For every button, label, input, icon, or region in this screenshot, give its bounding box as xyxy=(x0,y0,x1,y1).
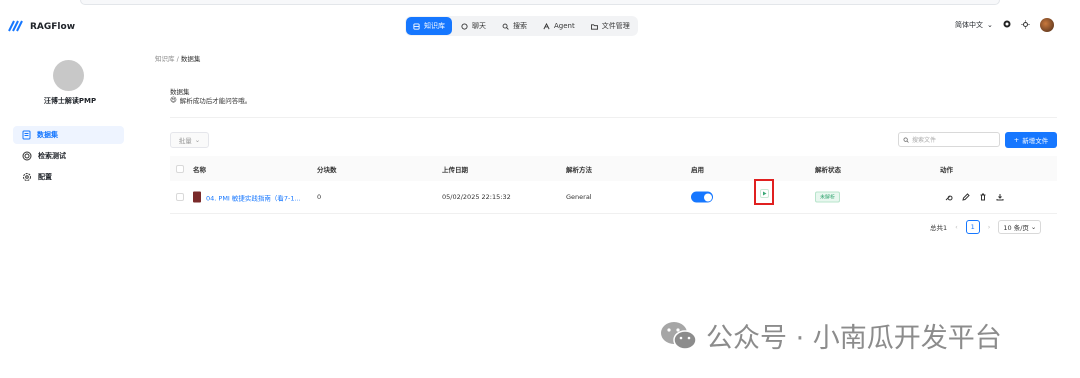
sidebar: 汪博士解读PMP 数据集 检索测试 配置 xyxy=(0,44,140,378)
top-strip xyxy=(80,0,1000,5)
chevron-down-icon: ⌄ xyxy=(987,21,993,29)
breadcrumb-separator: / xyxy=(176,55,179,63)
section-description-text: 解析成功后才能问答哦。 xyxy=(179,97,252,105)
nav-label: 搜索 xyxy=(513,22,527,30)
bulk-label: 批量 xyxy=(178,137,192,145)
breadcrumb-current: 数据集 xyxy=(180,55,201,63)
breadcrumb: 知识库 / 数据集 xyxy=(155,53,200,63)
section-description: 😄 解析成功后才能问答哦。 xyxy=(170,95,251,105)
page-size-select[interactable]: 10 条/页 ⌄ xyxy=(998,220,1042,234)
github-icon[interactable] xyxy=(1003,20,1011,30)
nav-knowledge-base[interactable]: 知识库 xyxy=(406,17,452,35)
parse-method[interactable]: General xyxy=(566,193,592,201)
column-header-name: 名称 xyxy=(193,165,206,174)
search-input[interactable]: 搜索文件 xyxy=(898,132,1000,147)
target-icon xyxy=(22,151,32,161)
file-text-icon xyxy=(22,130,31,140)
knowledge-base-avatar xyxy=(53,60,84,91)
brand[interactable]: RAGFlow xyxy=(8,17,75,36)
sidebar-item-retrieval-test[interactable]: 检索测试 xyxy=(13,147,124,165)
knowledge-base-name: 汪博士解读PMP xyxy=(43,97,97,105)
nav-file-management[interactable]: 文件管理 xyxy=(584,17,637,35)
main-nav: 知识库 聊天 搜索 Agent 文件管理 xyxy=(405,16,638,36)
chat-icon xyxy=(461,22,468,30)
row-actions xyxy=(945,193,1004,201)
folder-icon xyxy=(590,23,598,30)
pdf-file-icon xyxy=(193,191,201,203)
chunk-count: 0 xyxy=(317,193,322,201)
page-number-button[interactable]: 1 xyxy=(965,220,980,234)
file-table: 名称 分块数 上传日期 解析方法 启用 解析状态 动作 04. PMI 敏捷实践… xyxy=(170,156,1057,214)
select-all-checkbox[interactable] xyxy=(176,164,184,173)
watermark: 公众号 · 小南瓜开发平台 xyxy=(660,316,1002,355)
pagination: 总共1 ‹ 1 › 10 条/页 ⌄ xyxy=(930,220,1042,234)
download-icon[interactable] xyxy=(996,193,1004,201)
database-icon xyxy=(413,22,420,30)
file-name: 04. PMI 敏捷实践指南（看7-1... xyxy=(206,194,301,202)
nav-label: 文件管理 xyxy=(601,22,630,30)
nav-search[interactable]: 搜索 xyxy=(495,17,534,35)
prev-page-icon[interactable]: ‹ xyxy=(955,223,958,231)
nav-chat[interactable]: 聊天 xyxy=(454,17,493,35)
row-checkbox[interactable] xyxy=(176,193,184,201)
sidebar-item-label: 数据集 xyxy=(37,131,58,139)
agent-icon xyxy=(543,22,550,29)
wrench-icon[interactable] xyxy=(945,193,953,201)
brand-name: RAGFlow xyxy=(30,21,76,32)
add-file-label: 新增文件 xyxy=(1022,137,1049,145)
enable-toggle[interactable] xyxy=(691,191,713,203)
table-row: 04. PMI 敏捷实践指南（看7-1... 0 05/02/2025 22:1… xyxy=(170,181,1057,214)
delete-icon[interactable] xyxy=(979,193,987,201)
divider xyxy=(170,117,1057,118)
theme-toggle-icon[interactable] xyxy=(1021,20,1030,31)
edit-icon[interactable] xyxy=(962,193,970,201)
ragflow-logo-icon xyxy=(8,17,24,36)
table-header: 名称 分块数 上传日期 解析方法 启用 解析状态 动作 xyxy=(170,156,1057,181)
search-placeholder: 搜索文件 xyxy=(912,137,937,144)
column-header-parse-status: 解析状态 xyxy=(815,165,841,174)
column-header-chunks: 分块数 xyxy=(317,165,337,174)
column-header-upload-date: 上传日期 xyxy=(442,165,468,174)
chevron-down-icon: ⌄ xyxy=(194,136,201,144)
column-header-actions: 动作 xyxy=(940,165,953,174)
gear-icon xyxy=(23,173,31,181)
sidebar-menu: 数据集 检索测试 配置 xyxy=(13,126,124,189)
column-header-parse-method: 解析方法 xyxy=(566,165,592,174)
search-icon xyxy=(903,137,909,143)
app-header: RAGFlow 知识库 聊天 搜索 Agent 文件管理 简体中文 ⌄ xyxy=(0,8,1080,44)
status-badge: 未解析 xyxy=(815,191,841,203)
emoji-icon: 😄 xyxy=(170,96,177,104)
wechat-icon xyxy=(661,321,697,350)
nav-agent[interactable]: Agent xyxy=(536,17,582,35)
file-name-link[interactable]: 04. PMI 敏捷实践指南（看7-1... xyxy=(193,191,301,203)
sidebar-item-label: 配置 xyxy=(38,173,52,181)
column-header-enabled: 启用 xyxy=(691,165,704,174)
chevron-down-icon: ⌄ xyxy=(1030,223,1037,231)
next-page-icon[interactable]: › xyxy=(988,223,991,231)
sidebar-item-dataset[interactable]: 数据集 xyxy=(13,126,124,144)
user-avatar[interactable] xyxy=(1039,18,1054,32)
sidebar-item-label: 检索测试 xyxy=(38,152,66,160)
breadcrumb-root[interactable]: 知识库 xyxy=(155,55,175,63)
header-right: 简体中文 ⌄ xyxy=(955,18,1054,32)
page-size-label: 10 条/页 xyxy=(1003,224,1029,232)
search-icon xyxy=(502,23,509,30)
sidebar-item-config[interactable]: 配置 xyxy=(13,168,124,186)
play-icon xyxy=(760,189,769,198)
parse-run-button-highlight[interactable] xyxy=(754,179,774,205)
watermark-text: 公众号 · 小南瓜开发平台 xyxy=(706,323,1002,354)
language-select[interactable]: 简体中文 ⌄ xyxy=(955,20,993,30)
upload-date: 05/02/2025 22:15:32 xyxy=(442,193,511,201)
language-label: 简体中文 xyxy=(955,21,983,29)
total-count: 总共1 xyxy=(930,224,948,232)
bulk-action-button[interactable]: 批量 ⌄ xyxy=(170,132,209,148)
nav-label: 知识库 xyxy=(424,22,445,30)
nav-label: 聊天 xyxy=(472,22,486,30)
nav-label: Agent xyxy=(554,22,575,30)
add-file-button[interactable]: + 新增文件 xyxy=(1005,132,1057,148)
plus-icon: + xyxy=(1013,136,1020,144)
